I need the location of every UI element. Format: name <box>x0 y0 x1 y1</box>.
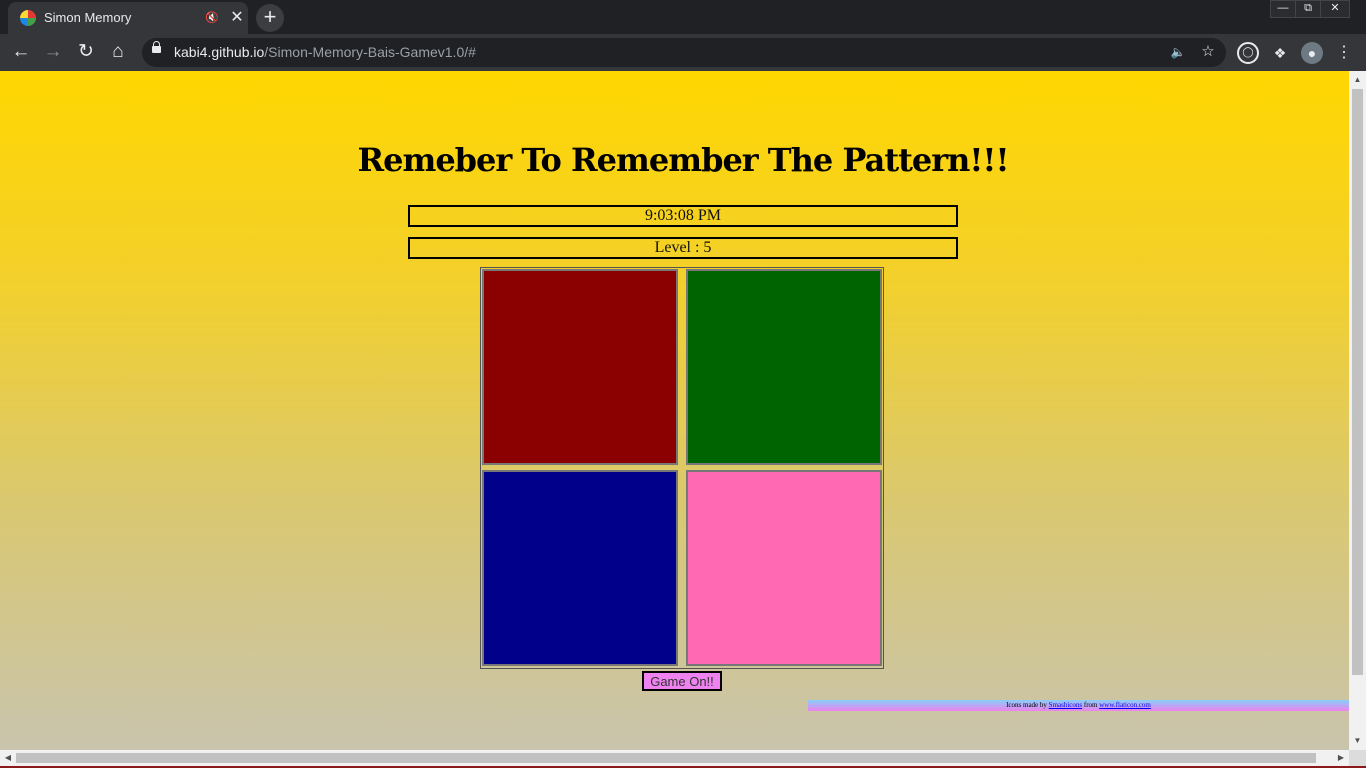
url-text[interactable]: kabi4.github.io/Simon-Memory-Bais-Gamev1… <box>174 44 476 60</box>
game-on-button[interactable]: Game On!! <box>642 671 722 691</box>
horizontal-scroll-thumb[interactable] <box>16 753 1316 763</box>
menu-dots-icon[interactable]: ⋮ <box>1333 42 1355 64</box>
browser-toolbar: ← → ↻ ⌂ kabi4.github.io/Simon-Memory-Bai… <box>0 34 1366 71</box>
smashicons-link[interactable]: Smashicons <box>1049 701 1082 709</box>
credits-prefix: Icons made by <box>1006 701 1049 709</box>
forward-arrow-icon[interactable]: → <box>40 39 66 65</box>
page-viewport: Remeber To Remember The Pattern!!! 9:03:… <box>0 71 1349 750</box>
lock-icon[interactable] <box>152 41 161 53</box>
credits-middle: from <box>1082 701 1100 709</box>
tab-title: Simon Memory <box>44 10 132 25</box>
green-pad[interactable] <box>686 269 882 465</box>
vertical-scroll-thumb[interactable] <box>1352 89 1363 675</box>
flaticon-link[interactable]: www.flaticon.com <box>1099 701 1151 709</box>
level-display: Level : 5 <box>408 237 958 259</box>
profile-avatar-icon[interactable]: ● <box>1301 42 1323 64</box>
url-path: /Simon-Memory-Bais-Gamev1.0/# <box>264 44 476 60</box>
clock-display: 9:03:08 PM <box>408 205 958 227</box>
mute-icon[interactable]: 🔈 <box>1168 42 1188 62</box>
vertical-scrollbar[interactable]: ▲ ▼ <box>1349 71 1366 750</box>
home-icon[interactable]: ⌂ <box>105 39 131 65</box>
browser-tab[interactable]: Simon Memory 🔇 ✕ <box>8 2 248 34</box>
tab-close-icon[interactable]: ✕ <box>228 9 246 27</box>
tab-strip: Simon Memory 🔇 ✕ + — ⧉ ✕ <box>0 0 1366 34</box>
page-title: Remeber To Remember The Pattern!!! <box>357 141 1010 179</box>
scrollbar-corner <box>1349 750 1366 766</box>
extension-icon[interactable]: ◯ <box>1237 42 1259 64</box>
window-close-icon[interactable]: ✕ <box>1320 0 1350 18</box>
restore-icon[interactable]: ⧉ <box>1295 0 1321 18</box>
blue-pad[interactable] <box>482 470 678 666</box>
scroll-up-icon[interactable]: ▲ <box>1349 73 1366 87</box>
puzzle-icon[interactable]: ❖ <box>1269 42 1291 64</box>
minimize-icon[interactable]: — <box>1270 0 1296 18</box>
red-pad[interactable] <box>482 269 678 465</box>
simon-favicon-icon <box>20 10 36 26</box>
scroll-right-icon[interactable]: ▶ <box>1333 750 1349 766</box>
scroll-down-icon[interactable]: ▼ <box>1349 734 1366 748</box>
pink-pad[interactable] <box>686 470 882 666</box>
new-tab-button[interactable]: + <box>256 4 284 32</box>
horizontal-scrollbar[interactable]: ◀ ▶ <box>0 750 1349 766</box>
address-bar[interactable]: kabi4.github.io/Simon-Memory-Bais-Gamev1… <box>142 38 1226 67</box>
url-host: kabi4.github.io <box>174 44 265 60</box>
icon-credits: Icons made by Smashicons from www.flatic… <box>808 700 1349 711</box>
scroll-left-icon[interactable]: ◀ <box>0 750 16 766</box>
reload-icon[interactable]: ↻ <box>73 39 99 65</box>
star-icon[interactable]: ☆ <box>1198 42 1218 62</box>
back-arrow-icon[interactable]: ← <box>8 39 34 65</box>
tab-mute-icon[interactable]: 🔇 <box>204 10 220 26</box>
